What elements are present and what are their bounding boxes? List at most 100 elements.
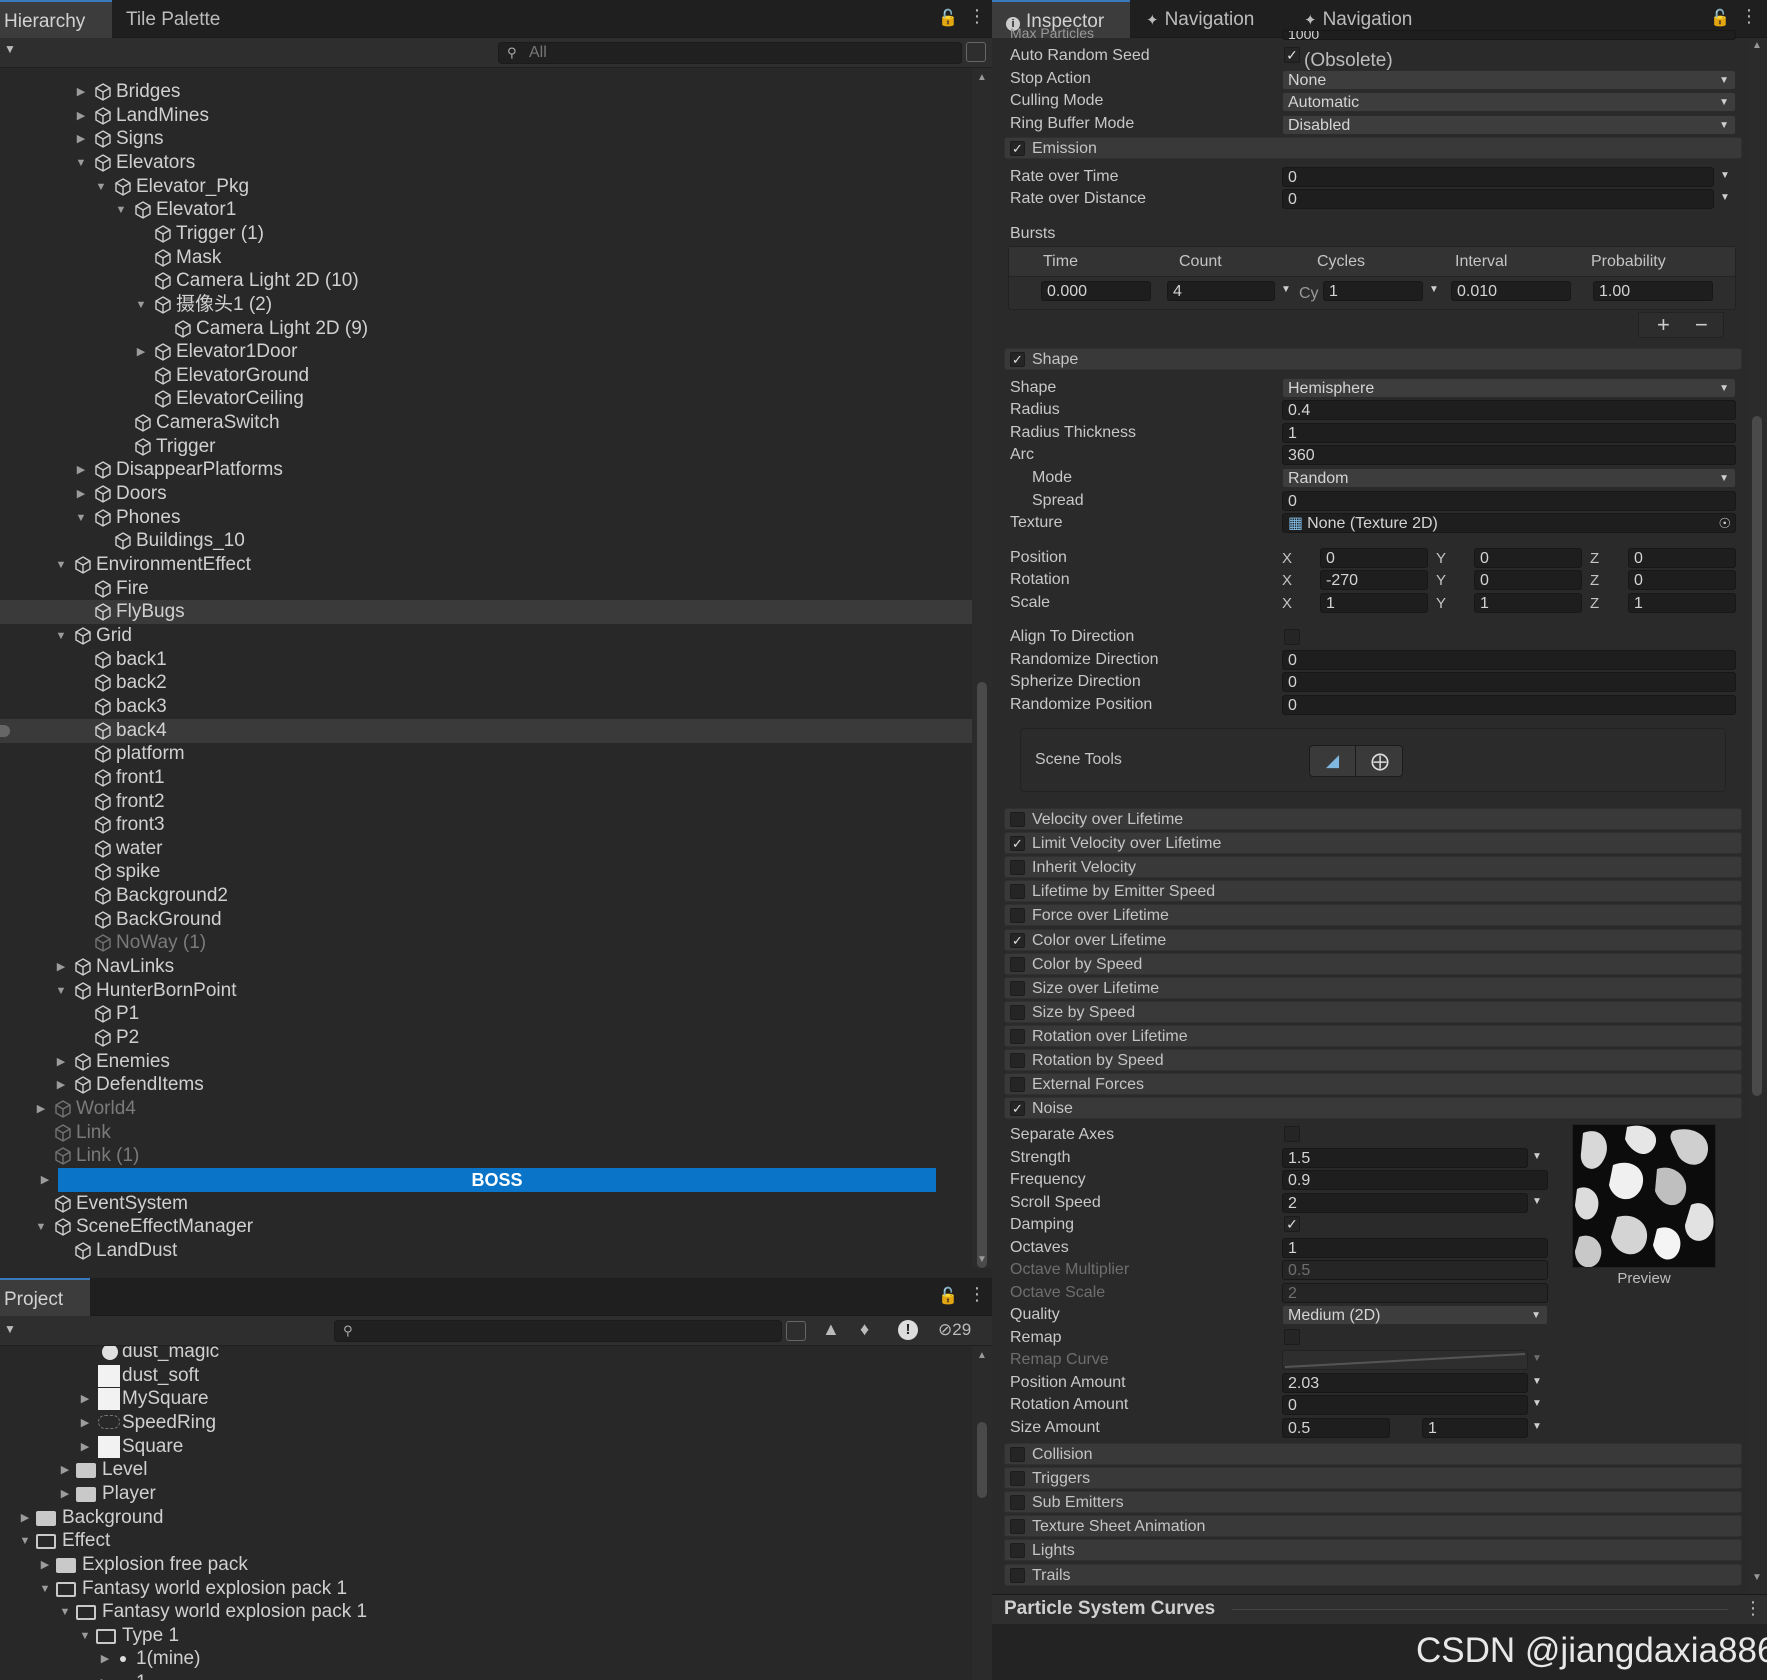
radius-field[interactable]: 0.4 [1282,400,1736,420]
project-item[interactable]: ▶ MySquare [0,1387,972,1411]
project-item[interactable]: ▶ Level [0,1458,972,1482]
arc-spread-field[interactable]: 0 [1282,491,1736,511]
hierarchy-item[interactable]: Camera Light 2D (10) [0,269,972,293]
project-item[interactable]: ▼ Fantasy world explosion pack 1 [0,1577,972,1601]
project-search-input[interactable]: ⚲ [334,1320,782,1342]
remap-checkbox[interactable] [1284,1329,1300,1345]
curve-mode-dropdown-icon[interactable]: ▼ [1720,192,1730,203]
expand-arrow-icon[interactable]: ▶ [18,1506,32,1530]
expand-arrow-icon[interactable]: ▶ [54,1073,68,1097]
chevron-down-icon[interactable]: ▼ [1532,1196,1542,1207]
project-item[interactable]: dust_magic [0,1346,972,1364]
arc-mode-dropdown[interactable]: Random ▼ [1282,468,1736,488]
shape-dropdown[interactable]: Hemisphere ▼ [1282,378,1736,398]
module-checkbox[interactable] [1010,908,1025,924]
module-header[interactable]: ✓ Limit Velocity over Lifetime [1004,832,1742,855]
hierarchy-item[interactable]: ▶ Signs [0,127,972,151]
hierarchy-item[interactable]: Link [0,1121,972,1145]
expand-arrow-icon[interactable]: ▶ [74,104,88,128]
hierarchy-item[interactable]: P2 [0,1026,972,1050]
randomize-direction-field[interactable]: 0 [1282,650,1736,670]
scroll-down-icon[interactable]: ▼ [977,1254,987,1265]
octaves-field[interactable]: 1 [1282,1238,1548,1258]
collapse-arrow-icon[interactable]: ▼ [74,506,88,530]
ring-buffer-dropdown[interactable]: Disabled ▼ [1282,115,1736,135]
module-header[interactable]: Collision [1004,1443,1742,1465]
hierarchy-item[interactable]: ▶ World4 [0,1097,972,1121]
warning-icon[interactable]: ! [898,1320,918,1340]
collapse-arrow-icon[interactable]: ▼ [54,553,68,577]
randomize-position-field[interactable]: 0 [1282,695,1736,715]
label-tag-icon[interactable]: ♦ [860,1319,869,1340]
hierarchy-item[interactable]: back1 [0,648,972,672]
project-item[interactable]: ▼ Type 1 [0,1624,972,1648]
separate-axes-checkbox[interactable] [1284,1126,1300,1142]
max-particles-field[interactable]: 1000 [1282,30,1736,40]
chevron-down-icon[interactable]: ▼ [1532,1398,1542,1409]
module-header[interactable]: Lights [1004,1539,1742,1562]
project-item[interactable]: ▶ Square [0,1435,972,1459]
project-item[interactable]: ▶ Player [0,1482,972,1506]
burst-interval-field[interactable]: 0.010 [1451,281,1571,301]
hierarchy-item[interactable]: P1 [0,1002,972,1026]
module-emission[interactable]: ✓ Emission [1004,137,1742,159]
module-checkbox[interactable]: ✓ [1010,932,1025,948]
scale-z-field[interactable]: 1 [1628,593,1736,613]
rotation-x-field[interactable]: -270 [1320,570,1428,590]
tab-navigation[interactable]: ✦ Navigation [1132,0,1282,38]
lock-icon[interactable]: 🔓 [938,1286,958,1306]
module-checkbox[interactable]: ✓ [1010,352,1025,367]
module-header[interactable]: Size by Speed [1004,1000,1742,1023]
hierarchy-item[interactable]: Trigger (1) [0,222,972,246]
hierarchy-item[interactable]: ▶ Elevator1Door [0,340,972,364]
project-item[interactable]: ▶ SpeedRing [0,1411,972,1435]
inspector-scrollbar[interactable]: ▲ ▼ [1747,38,1767,1594]
chevron-down-icon[interactable]: ▼ [1532,1421,1542,1432]
hierarchy-item[interactable]: ▼ Elevator_Pkg [0,175,972,199]
hierarchy-item[interactable]: Camera Light 2D (9) [0,317,972,341]
module-header[interactable]: Sub Emitters [1004,1491,1742,1514]
module-header[interactable]: Rotation over Lifetime [1004,1024,1742,1047]
damping-checkbox[interactable]: ✓ [1284,1216,1300,1232]
expand-arrow-icon[interactable]: ▶ [54,955,68,979]
filter-type-icon[interactable]: ▲ [822,1319,840,1340]
module-checkbox[interactable] [1010,1471,1025,1487]
module-header[interactable]: External Forces [1004,1073,1742,1096]
lock-icon[interactable]: 🔓 [938,8,958,28]
expand-arrow-icon[interactable]: ▶ [98,1671,112,1680]
hierarchy-item[interactable]: ▼ EnvironmentEffect [0,553,972,577]
remove-burst-button[interactable]: − [1695,313,1708,337]
hierarchy-item[interactable]: ▼ Phones [0,506,972,530]
module-header[interactable]: Size over Lifetime [1004,976,1742,999]
hierarchy-item[interactable]: ▶ LandMines [0,104,972,128]
expand-arrow-icon[interactable]: ▶ [38,1553,52,1577]
module-checkbox[interactable] [1010,1519,1025,1535]
expand-arrow-icon[interactable]: ▶ [78,1387,92,1411]
hierarchy-item[interactable]: back3 [0,695,972,719]
module-checkbox[interactable] [1010,1004,1025,1020]
kebab-menu-icon[interactable]: ⋮ [968,1284,986,1305]
hierarchy-item[interactable]: BOSS [58,1167,936,1192]
module-checkbox[interactable]: ✓ [1010,141,1025,156]
arc-field[interactable]: 360 [1282,445,1736,465]
hierarchy-item[interactable]: NoWay (1) [0,931,972,955]
module-checkbox[interactable] [1010,1028,1025,1044]
scroll-thumb[interactable] [977,682,987,1268]
hierarchy-item[interactable]: ▶ Bridges [0,80,972,104]
collapse-arrow-icon[interactable]: ▼ [134,293,148,317]
scroll-up-icon[interactable]: ▲ [977,72,987,83]
expand-arrow-icon[interactable]: ▶ [74,80,88,104]
module-checkbox[interactable] [1010,1495,1025,1511]
project-scrollbar[interactable]: ▲ [972,1346,992,1680]
position-z-field[interactable]: 0 [1628,548,1736,568]
hierarchy-item[interactable]: CameraSwitch [0,411,972,435]
create-dropdown-icon[interactable]: ▼ [4,1322,16,1336]
hierarchy-item[interactable]: EventSystem [0,1192,972,1216]
hierarchy-item[interactable]: ▶ NavLinks [0,955,972,979]
add-burst-button[interactable]: + [1657,313,1670,337]
project-item[interactable]: ▶ Background [0,1506,972,1530]
hierarchy-item[interactable]: Link (1) [0,1144,972,1168]
hierarchy-item[interactable]: ▶ DefendItems [0,1073,972,1097]
hierarchy-item[interactable]: spike [0,860,972,884]
rotation-z-field[interactable]: 0 [1628,570,1736,590]
